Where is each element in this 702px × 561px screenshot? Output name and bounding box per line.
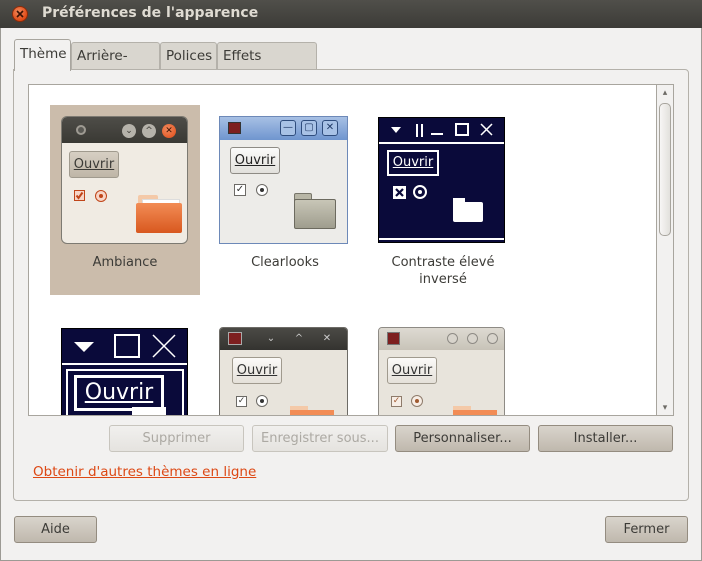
radio-icon (95, 190, 107, 202)
theme-item-ambiance[interactable]: ⌄ ^ ✕ Ouvrir Ambiance (50, 105, 200, 295)
theme-name-clearlooks: Clearlooks (251, 255, 319, 270)
folder-icon (453, 198, 483, 222)
theme-preview-high-contrast-inverse: Ouvrir (378, 117, 505, 243)
window-close-button[interactable] (12, 6, 28, 22)
preview-open-button: Ouvrir (387, 357, 437, 384)
scroll-down-icon[interactable]: ▾ (660, 403, 670, 413)
install-button[interactable]: Installer... (538, 425, 673, 452)
theme-name-high-contrast-inverse-line1: Contraste élevé (391, 255, 495, 270)
folder-icon (132, 407, 166, 415)
preview-open-button: Ouvrir (232, 357, 282, 384)
scroll-up-icon[interactable]: ▴ (660, 88, 670, 98)
theme-list-scrollbar[interactable]: ▴ ▾ (657, 84, 674, 416)
radio-icon (411, 395, 423, 407)
scrollbar-thumb[interactable] (659, 103, 671, 236)
tab-visual-effects[interactable]: Effets visuels (217, 42, 317, 90)
chevron-down-icon: ⌄ (266, 333, 276, 344)
preview-open-button: Ouvrir (69, 151, 119, 178)
close-button[interactable]: Fermer (605, 516, 688, 543)
checkbox-icon (393, 186, 406, 199)
tab-fonts[interactable]: Polices (160, 42, 217, 70)
window-title: Préférences de l'apparence (42, 5, 259, 21)
preview-open-button: Ouvrir (230, 147, 280, 174)
radio-icon (256, 395, 268, 407)
chevron-up-icon: ^ (294, 333, 304, 344)
theme-item-high-contrast-large[interactable]: Ouvrir (50, 315, 200, 415)
folder-icon (294, 193, 336, 229)
tab-background[interactable]: Arrière-plan (71, 42, 160, 90)
theme-preview-ambiance: ⌄ ^ ✕ Ouvrir (61, 116, 188, 244)
checkbox-icon: ✓ (391, 396, 402, 407)
theme-preview-dust: ⌄ ^ ✕ Ouvrir ✓ (219, 327, 348, 415)
chevron-down-icon: ⌄ (122, 124, 136, 138)
theme-name-ambiance: Ambiance (92, 255, 158, 270)
radio-icon (413, 185, 427, 199)
radio-icon (256, 184, 268, 196)
checkbox-icon (74, 190, 85, 201)
chevron-up-icon: ^ (142, 124, 156, 138)
tab-theme[interactable]: Thème (14, 39, 71, 71)
close-icon: ✕ (322, 333, 332, 344)
theme-name-high-contrast-inverse-line2: inversé (419, 272, 467, 287)
close-icon: ✕ (162, 124, 176, 138)
folder-icon (136, 195, 182, 233)
title-bar: Préférences de l'apparence (0, 0, 702, 28)
close-icon: ✕ (322, 120, 338, 136)
theme-item-dust-sand[interactable]: Ouvrir ✓ (368, 315, 518, 415)
theme-preview-dust-sand: Ouvrir ✓ (378, 327, 505, 415)
customize-button[interactable]: Personnaliser... (395, 425, 530, 452)
theme-item-dust[interactable]: ⌄ ^ ✕ Ouvrir ✓ (210, 315, 360, 415)
theme-item-clearlooks[interactable]: — ▢ ✕ Ouvrir ✓ Clearlooks (210, 105, 360, 295)
close-icon (16, 10, 24, 18)
maximize-icon: ▢ (301, 120, 317, 136)
theme-item-high-contrast-inverse[interactable]: Ouvrir Contraste élevé inversé (368, 105, 518, 295)
preview-open-button: Ouvrir (387, 150, 439, 176)
preview-open-button: Ouvrir (74, 375, 164, 411)
theme-preview-high-contrast-large: Ouvrir (61, 328, 188, 415)
help-button[interactable]: Aide (14, 516, 97, 543)
theme-preview-clearlooks: — ▢ ✕ Ouvrir ✓ (219, 116, 348, 244)
theme-list[interactable]: ⌄ ^ ✕ Ouvrir Ambiance — ▢ ✕ Ouvrir ✓ Cle… (28, 84, 657, 416)
folder-icon (453, 406, 497, 415)
delete-button[interactable]: Supprimer (109, 425, 244, 452)
more-themes-link[interactable]: Obtenir d'autres thèmes en ligne (33, 464, 256, 480)
minimize-icon: — (280, 120, 296, 136)
save-as-button[interactable]: Enregistrer sous... (252, 425, 388, 452)
checkbox-icon: ✓ (234, 184, 246, 196)
folder-icon (290, 406, 334, 415)
checkbox-icon: ✓ (236, 396, 247, 407)
